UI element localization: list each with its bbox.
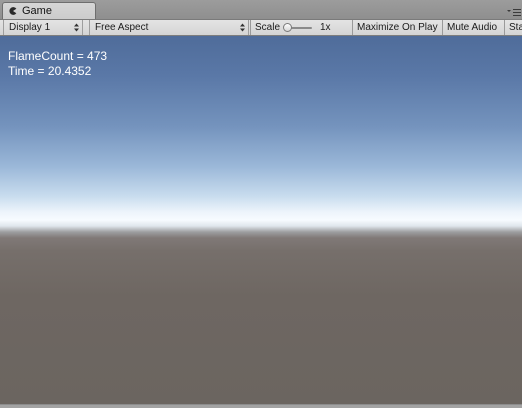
tab-strip: Game — [0, 0, 522, 20]
tab-game-label: Game — [22, 5, 52, 17]
flame-count-text: FlameCount = 473 — [8, 49, 108, 63]
scale-value: 1x — [320, 20, 350, 35]
pacman-icon — [9, 7, 17, 15]
scale-label: Scale — [255, 22, 281, 33]
maximize-on-play-label: Maximize On Play — [357, 22, 438, 33]
maximize-on-play-button[interactable]: Maximize On Play — [352, 20, 442, 35]
display-dropdown-label: Display 1 — [9, 22, 51, 33]
aspect-dropdown[interactable]: Free Aspect — [89, 20, 249, 35]
aspect-dropdown-label: Free Aspect — [95, 22, 149, 33]
game-viewport[interactable]: FlameCount = 473 Time = 20.4352 — [0, 36, 522, 404]
mute-audio-label: Mute Audio — [447, 22, 498, 33]
tab-game[interactable]: Game — [2, 2, 96, 20]
bottom-edge — [0, 404, 522, 408]
stats-button[interactable]: Sta — [504, 20, 522, 35]
display-dropdown[interactable]: Display 1 — [3, 20, 83, 35]
dropdown-arrows-icon — [240, 23, 245, 32]
stats-label: Sta — [509, 22, 522, 33]
mute-audio-button[interactable]: Mute Audio — [442, 20, 504, 35]
scale-slider-handle[interactable] — [283, 23, 292, 32]
game-toolbar: Display 1 Free Aspect Scale 1x Maximize … — [0, 19, 522, 36]
dropdown-arrows-icon — [74, 23, 79, 32]
tab-menu-icon[interactable] — [506, 6, 522, 18]
game-window: Game Display 1 Free Aspect Scale 1x Maxi… — [0, 0, 522, 408]
time-text: Time = 20.4352 — [8, 64, 92, 78]
scale-value-text: 1x — [320, 22, 331, 33]
